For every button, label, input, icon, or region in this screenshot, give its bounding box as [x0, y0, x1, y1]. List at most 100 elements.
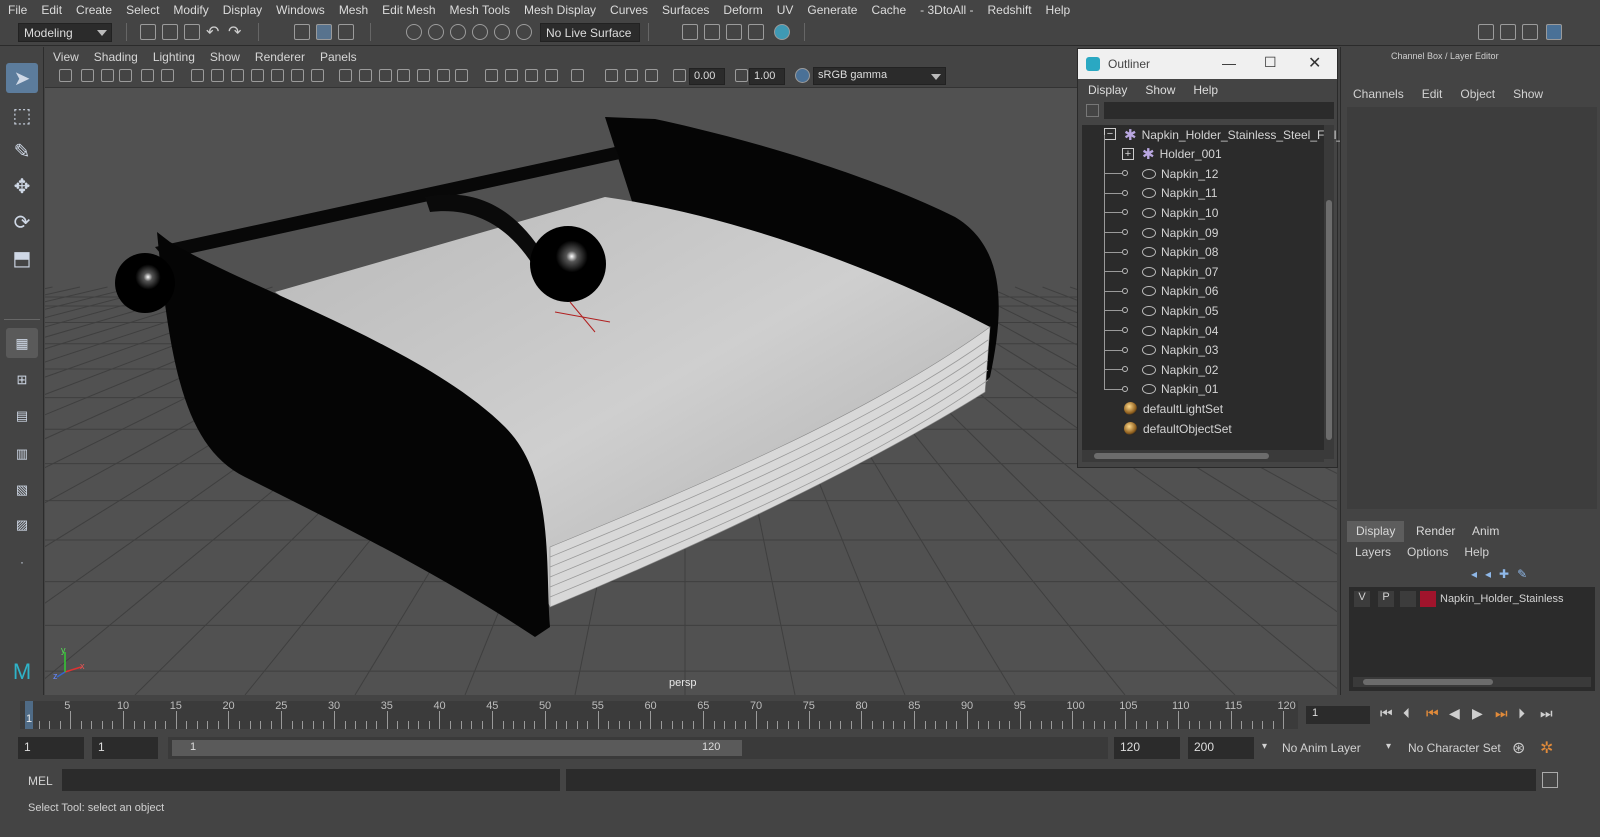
play-backwards-icon[interactable]: ◀	[1449, 705, 1460, 722]
playback-end-field[interactable]: 120	[1114, 737, 1180, 759]
viewport-tool-icon[interactable]	[119, 69, 132, 82]
layer-menu-item[interactable]: Options	[1407, 545, 1448, 559]
outliner-search-input[interactable]	[1104, 102, 1334, 119]
color-management-icon[interactable]	[795, 68, 810, 83]
go-to-start-icon[interactable]: ⏮	[1380, 705, 1393, 722]
step-back-key-icon[interactable]: ⏮	[1426, 705, 1439, 722]
viewport-menu-item[interactable]: View	[53, 50, 79, 64]
expand-icon[interactable]: +	[1122, 147, 1134, 160]
persp-uv-icon[interactable]: ▨	[6, 510, 38, 540]
outliner-hscroll-thumb[interactable]	[1094, 453, 1269, 459]
snap-vertex-icon[interactable]	[516, 24, 532, 40]
outliner-item[interactable]: defaultObjectSet	[1124, 419, 1232, 438]
viewport-tool-icon[interactable]	[339, 69, 352, 82]
outliner-hscrollbar[interactable]	[1082, 450, 1324, 462]
viewport-menu-item[interactable]: Lighting	[153, 50, 195, 64]
outliner-item[interactable]: Napkin_08	[1104, 243, 1218, 262]
colorspace-dropdown[interactable]: sRGB gamma	[813, 67, 946, 85]
outliner-item[interactable]: − ✱ Napkin_Holder_Stainless_Steel_Full_	[1104, 125, 1343, 144]
layer-playback-toggle[interactable]: P	[1378, 591, 1394, 607]
render-view-icon[interactable]	[682, 24, 698, 40]
viewport-tool-icon[interactable]	[191, 69, 204, 82]
layer-row[interactable]: V P Napkin_Holder_Stainless	[1349, 591, 1595, 607]
menu-item[interactable]: Redshift	[988, 3, 1032, 17]
viewport-menu-item[interactable]: Panels	[320, 50, 357, 64]
channel-box-menu-item[interactable]: Channels	[1353, 87, 1404, 101]
viewport-tool-icon[interactable]	[645, 69, 658, 82]
tab-anim[interactable]: Anim	[1463, 521, 1508, 542]
menu-item[interactable]: Surfaces	[662, 3, 709, 17]
viewport-tool-icon[interactable]	[141, 69, 154, 82]
tab-display[interactable]: Display	[1347, 521, 1405, 542]
menu-item[interactable]: Mesh Display	[524, 3, 596, 17]
viewport-menu-item[interactable]: Show	[210, 50, 240, 64]
channel-box-toggle-icon[interactable]	[1546, 24, 1562, 40]
menu-item[interactable]: Mesh Tools	[450, 3, 510, 17]
play-forwards-icon[interactable]: ▶	[1472, 705, 1483, 722]
command-input[interactable]	[62, 769, 560, 791]
viewport-tool-icon[interactable]	[605, 69, 618, 82]
select-tool-icon[interactable]: ➤	[6, 63, 38, 93]
layer-menu-item[interactable]: Layers	[1355, 545, 1391, 559]
move-tool-icon[interactable]: ✥	[6, 171, 38, 201]
workspace-icon[interactable]	[1478, 24, 1494, 40]
anim-layer-dropdown[interactable]: No Anim Layer	[1282, 741, 1361, 755]
auto-key-icon[interactable]: ⊛	[1512, 738, 1525, 758]
viewport-tool-icon[interactable]	[545, 69, 558, 82]
time-slider-track[interactable]: 5 10 15 20 25 30 35 40 45 50 55 60 65 70 75 80 85 90 95 100…	[20, 700, 1298, 729]
persp-outliner-icon[interactable]: ▤	[6, 401, 38, 431]
close-icon[interactable]: ✕	[1308, 53, 1321, 73]
snap-point-icon[interactable]	[450, 24, 466, 40]
menu-item[interactable]: Modify	[173, 3, 208, 17]
menu-item[interactable]: Generate	[807, 3, 857, 17]
outliner-item[interactable]: Napkin_12	[1104, 164, 1218, 183]
outliner-item[interactable]: Napkin_03	[1104, 341, 1218, 360]
character-set-dropdown[interactable]: No Character Set	[1408, 741, 1501, 755]
viewport-menu-item[interactable]: Renderer	[255, 50, 305, 64]
channel-box-menu-item[interactable]: Show	[1513, 87, 1543, 101]
viewport-tool-icon[interactable]	[437, 69, 450, 82]
gamma-field[interactable]: 1.00	[749, 68, 785, 85]
snap-curve-icon[interactable]	[428, 24, 444, 40]
undo-icon[interactable]: ↶	[206, 22, 219, 42]
viewport-tool-icon[interactable]	[359, 69, 372, 82]
outliner-item[interactable]: Napkin_11	[1104, 184, 1217, 203]
menu-item[interactable]: Display	[223, 3, 262, 17]
viewport-tool-icon[interactable]	[161, 69, 174, 82]
layout-icon[interactable]	[1500, 24, 1516, 40]
viewport-tool-icon[interactable]	[485, 69, 498, 82]
menu-item[interactable]: Edit Mesh	[382, 3, 435, 17]
outliner-menu-item[interactable]: Help	[1193, 83, 1218, 97]
viewport-tool-icon[interactable]	[81, 69, 94, 82]
paint-select-icon[interactable]: ✎	[6, 136, 38, 166]
animation-start-field[interactable]: 1	[18, 737, 84, 759]
animation-end-field[interactable]: 200	[1188, 737, 1254, 759]
persp-graph-icon[interactable]: ▥	[6, 439, 38, 469]
menu-item[interactable]: Cache	[871, 3, 906, 17]
mode-dropdown[interactable]: Modeling	[18, 23, 112, 42]
outliner-item[interactable]: defaultLightSet	[1124, 399, 1223, 418]
outliner-menu-item[interactable]: Show	[1145, 83, 1175, 97]
menu-item[interactable]: Select	[126, 3, 159, 17]
chevron-down-icon[interactable]: ▾	[1386, 741, 1391, 752]
collapse-icon[interactable]: −	[1104, 128, 1116, 140]
viewport-tool-icon[interactable]	[379, 69, 392, 82]
outliner-menu-item[interactable]: Display	[1088, 83, 1127, 97]
select-object-icon[interactable]	[316, 24, 332, 40]
menu-item[interactable]: Windows	[276, 3, 325, 17]
layer-color-swatch[interactable]	[1420, 591, 1436, 607]
menu-item[interactable]: Help	[1046, 3, 1071, 17]
tab-render[interactable]: Render	[1407, 521, 1464, 542]
layer-hscroll-thumb[interactable]	[1363, 679, 1493, 685]
minimize-icon[interactable]: —	[1222, 55, 1236, 71]
rotate-tool-icon[interactable]: ⟳	[6, 207, 38, 237]
viewport-tool-icon[interactable]	[673, 69, 686, 82]
menu-item[interactable]: Edit	[41, 3, 62, 17]
viewport-menu-item[interactable]: Shading	[94, 50, 138, 64]
viewport-tool-icon[interactable]	[311, 69, 324, 82]
four-view-icon[interactable]: ⊞	[6, 365, 38, 395]
menu-item[interactable]: - 3DtoAll -	[920, 3, 973, 17]
attribute-editor-icon[interactable]	[1522, 24, 1538, 40]
redo-icon[interactable]: ↷	[228, 22, 241, 42]
viewport-tool-icon[interactable]	[59, 69, 72, 82]
